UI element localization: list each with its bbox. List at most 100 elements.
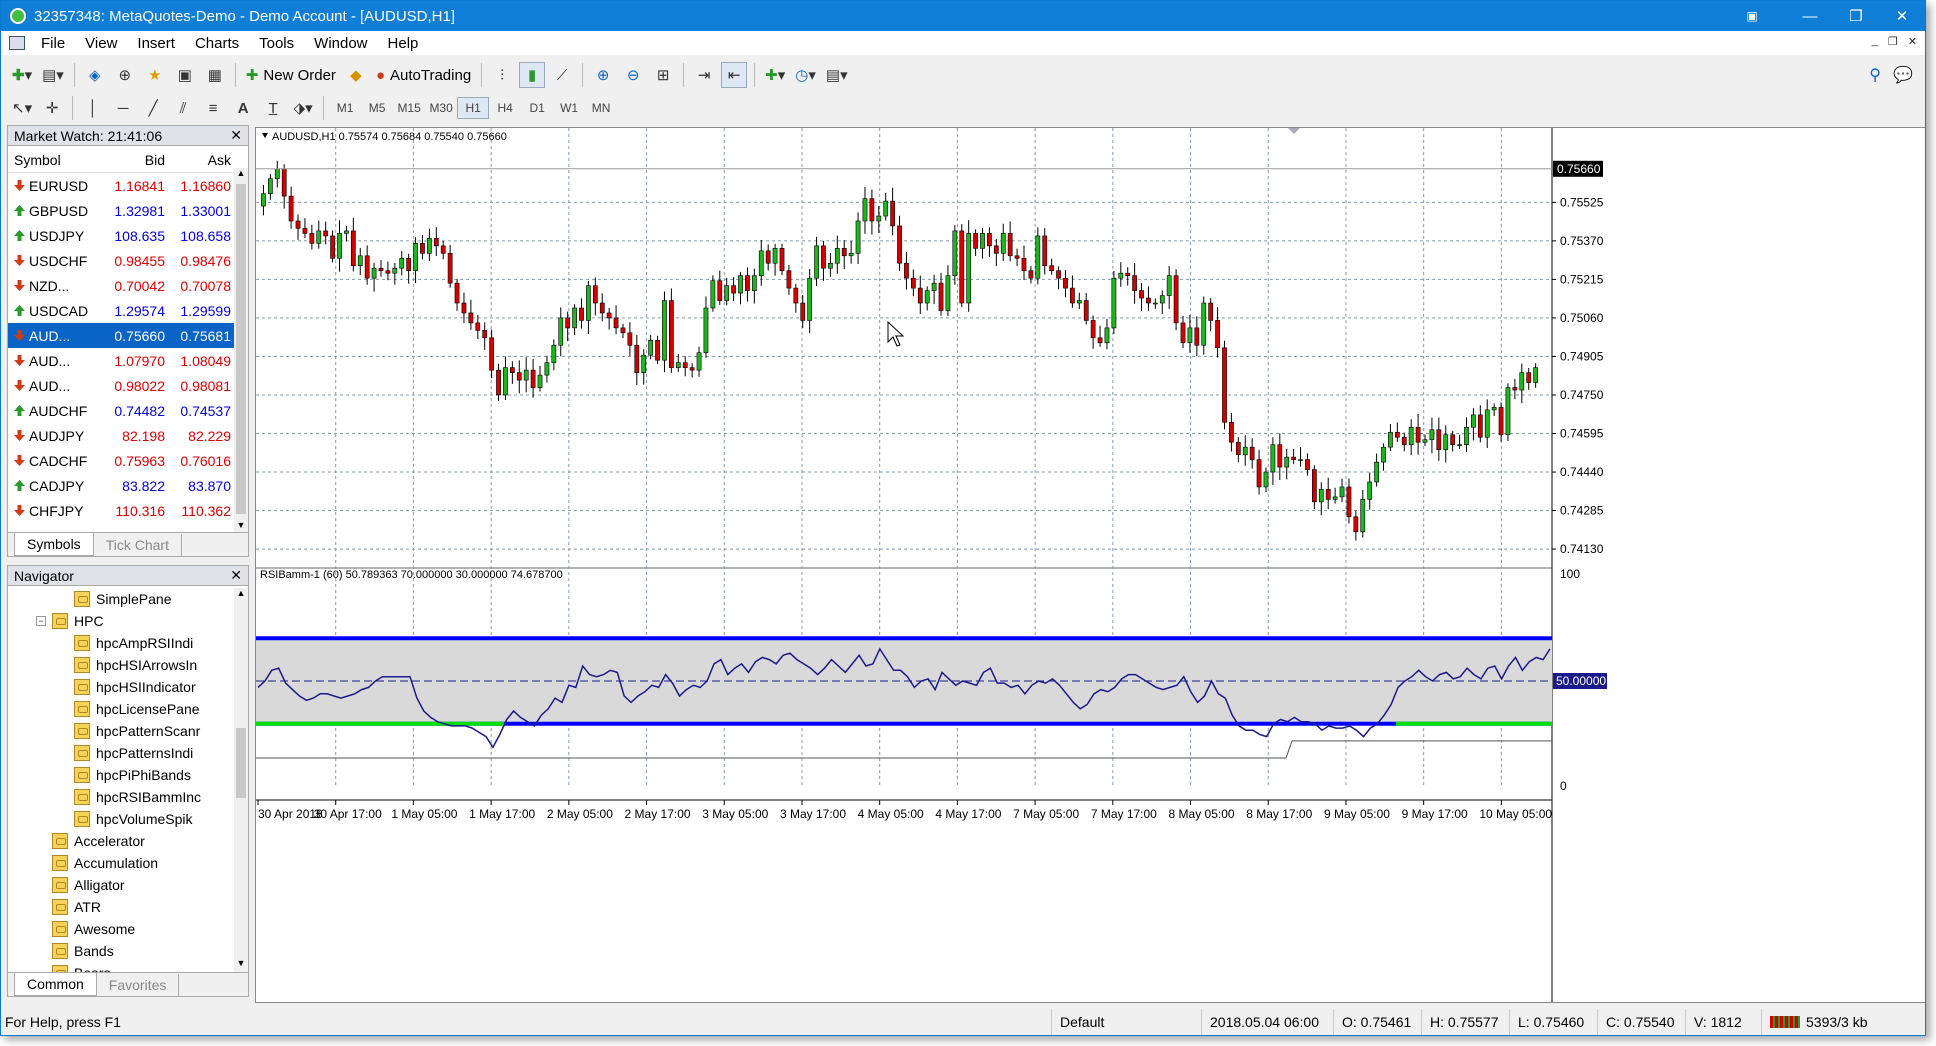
metaeditor-button[interactable]: ◆: [343, 62, 369, 88]
timeframe-w1[interactable]: W1: [553, 97, 585, 119]
navigator-item[interactable]: SimplePane: [8, 588, 234, 610]
timeframe-m5[interactable]: M5: [361, 97, 393, 119]
navigator-item[interactable]: hpcLicensePane: [8, 698, 234, 720]
zoom-in-button[interactable]: ⊕: [590, 62, 616, 88]
trendline-tool[interactable]: ╱: [140, 95, 166, 121]
menu-file[interactable]: File: [31, 35, 75, 52]
navigator-item[interactable]: hpcPatternScanr: [8, 720, 234, 742]
navigator-item[interactable]: hpcHSIIndicator: [8, 676, 234, 698]
minimize-button[interactable]: —: [1787, 1, 1833, 31]
table-row[interactable]: CADJPY 83.822 83.870: [8, 473, 244, 498]
market-watch-toggle[interactable]: ◈: [82, 62, 108, 88]
indicators-button[interactable]: ✚ ▾: [762, 62, 788, 88]
menu-window[interactable]: Window: [304, 35, 377, 52]
navigator-toggle[interactable]: ★: [142, 62, 168, 88]
navigator-item[interactable]: hpcPiPhiBands: [8, 764, 234, 786]
table-row[interactable]: CHFJPY 110.316 110.362: [8, 498, 244, 523]
timeframe-d1[interactable]: D1: [521, 97, 553, 119]
table-row[interactable]: NZD... 0.70042 0.70078: [8, 273, 244, 298]
navigator-item[interactable]: ATR: [8, 896, 234, 918]
fibonacci-tool[interactable]: ≡: [200, 95, 226, 121]
navigator-scrollbar[interactable]: ▲ ▼: [234, 588, 248, 972]
scroll-up-icon[interactable]: ▲: [234, 588, 248, 602]
tab-common[interactable]: Common: [14, 973, 97, 996]
vertical-line-tool[interactable]: │: [80, 95, 106, 121]
timeframe-h4[interactable]: H4: [489, 97, 521, 119]
timeframe-mn[interactable]: MN: [585, 97, 617, 119]
table-row[interactable]: AUDCHF 0.74482 0.74537: [8, 398, 244, 423]
profiles-button[interactable]: ▤ ▾: [39, 62, 67, 88]
scroll-down-icon[interactable]: ▼: [234, 958, 248, 972]
table-row[interactable]: AUDJPY 82.198 82.229: [8, 423, 244, 448]
scroll-thumb[interactable]: [236, 184, 246, 514]
autotrading-button[interactable]: ● AutoTrading: [373, 62, 474, 88]
tab-symbols[interactable]: Symbols: [14, 533, 94, 556]
column-ask[interactable]: Ask: [169, 152, 235, 168]
autoscroll-button[interactable]: ⇥: [691, 62, 717, 88]
menu-help[interactable]: Help: [378, 35, 429, 52]
table-row[interactable]: USDJPY 108.635 108.658: [8, 223, 244, 248]
navigator-item[interactable]: Bears: [8, 962, 234, 972]
table-row[interactable]: CADCHF 0.75963 0.76016: [8, 448, 244, 473]
close-button[interactable]: ✕: [1879, 1, 1925, 31]
mdi-close-button[interactable]: ✕: [1908, 35, 1917, 48]
zoom-out-button[interactable]: ⊖: [620, 62, 646, 88]
navigator-item[interactable]: hpcHSIArrowsIn: [8, 654, 234, 676]
collapse-icon[interactable]: −: [36, 616, 46, 626]
text-label-tool[interactable]: T̲: [260, 95, 286, 121]
mdi-restore-button[interactable]: ❐: [1888, 35, 1898, 48]
candlestick-button[interactable]: ▮: [519, 62, 546, 88]
caption-icon[interactable]: ▣: [1729, 1, 1775, 31]
table-row[interactable]: AUD... 0.98022 0.98081: [8, 373, 244, 398]
search-icon[interactable]: ⚲: [1869, 65, 1881, 85]
data-window-toggle[interactable]: ⊕: [112, 62, 138, 88]
table-row[interactable]: AUD... 1.07970 1.08049: [8, 348, 244, 373]
timeframe-h1[interactable]: H1: [457, 97, 490, 119]
timeframe-m1[interactable]: M1: [329, 97, 361, 119]
table-row[interactable]: EURUSD 1.16841 1.16860: [8, 173, 244, 198]
menu-charts[interactable]: Charts: [185, 35, 249, 52]
navigator-item[interactable]: hpcAmpRSIIndi: [8, 632, 234, 654]
market-watch-close-icon[interactable]: ✕: [230, 127, 242, 144]
navigator-item[interactable]: hpcVolumeSpik: [8, 808, 234, 830]
cursor-tool[interactable]: ↖ ▾: [9, 95, 35, 121]
tab-tick-chart[interactable]: Tick Chart: [94, 534, 182, 556]
menu-tools[interactable]: Tools: [249, 35, 304, 52]
new-order-button[interactable]: ✚ New Order: [243, 62, 339, 88]
table-row[interactable]: USDCAD 1.29574 1.29599: [8, 298, 244, 323]
column-symbol[interactable]: Symbol: [8, 152, 103, 168]
navigator-item[interactable]: Accelerator: [8, 830, 234, 852]
navigator-item[interactable]: Accumulation: [8, 852, 234, 874]
chart-shift-button[interactable]: ⇤: [721, 62, 748, 88]
periods-button[interactable]: ◷ ▾: [792, 62, 819, 88]
bar-chart-button[interactable]: ⫶: [489, 62, 515, 88]
line-chart-button[interactable]: ⟋: [549, 62, 575, 88]
channel-tool[interactable]: ⫽: [170, 95, 196, 121]
scroll-up-icon[interactable]: ▲: [234, 168, 248, 182]
menu-insert[interactable]: Insert: [127, 35, 185, 52]
crosshair-tool[interactable]: ✛: [39, 95, 65, 121]
tab-favorites[interactable]: Favorites: [97, 974, 180, 996]
terminal-toggle[interactable]: ▣: [172, 62, 198, 88]
navigator-close-icon[interactable]: ✕: [230, 567, 242, 584]
navigator-item[interactable]: hpcRSIBammInc: [8, 786, 234, 808]
navigator-item[interactable]: − HPC: [8, 610, 234, 632]
navigator-item[interactable]: hpcPatternsIndi: [8, 742, 234, 764]
menu-view[interactable]: View: [75, 35, 127, 52]
chart-window[interactable]: 0.75525 0.75370 0.75215 0.75060 0.74905 0.747…: [255, 127, 1925, 1003]
maximize-button[interactable]: ❐: [1833, 1, 1879, 31]
new-chart-button[interactable]: ✚ ▾: [9, 62, 35, 88]
arrows-tool[interactable]: ⬗ ▾: [290, 95, 316, 121]
table-row[interactable]: USDCHF 0.98455 0.98476: [8, 248, 244, 273]
table-row[interactable]: AUD... 0.75660 0.75681: [8, 323, 244, 348]
column-bid[interactable]: Bid: [103, 152, 169, 168]
navigator-item[interactable]: Bands: [8, 940, 234, 962]
mdi-minimize-button[interactable]: _: [1872, 35, 1878, 48]
scroll-thumb[interactable]: [236, 728, 246, 798]
navigator-item[interactable]: Alligator: [8, 874, 234, 896]
strategy-tester-toggle[interactable]: ▦: [202, 62, 228, 88]
horizontal-line-tool[interactable]: ─: [110, 95, 136, 121]
chat-icon[interactable]: 💬: [1893, 65, 1913, 85]
timeframe-m15[interactable]: M15: [393, 97, 425, 119]
templates-button[interactable]: ▤ ▾: [823, 62, 851, 88]
